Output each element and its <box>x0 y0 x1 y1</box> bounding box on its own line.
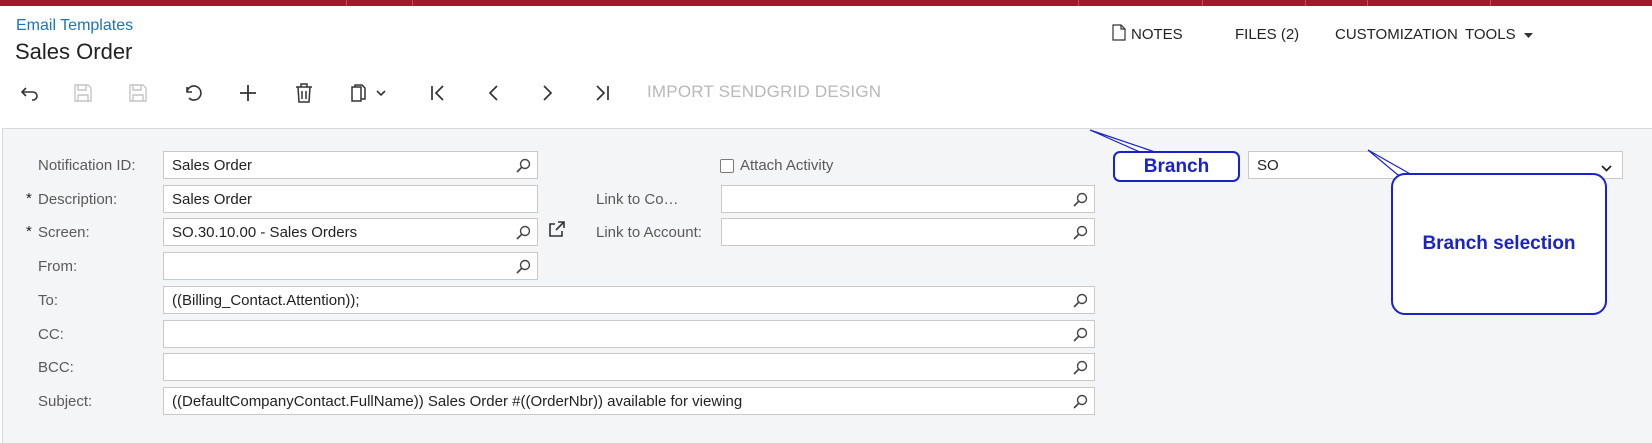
previous-record-button[interactable] <box>476 76 510 110</box>
notes-label: NOTES <box>1131 25 1183 43</box>
previous-record-icon <box>487 84 499 102</box>
link-to-account-label: Link to Account: <box>596 224 702 241</box>
notification-id-field[interactable]: Sales Order <box>163 151 538 179</box>
bcc-label: BCC: <box>38 359 74 376</box>
copy-paste-icon <box>348 83 368 103</box>
subject-value: ((DefaultCompanyContact.FullName)) Sales… <box>172 393 743 410</box>
bcc-field[interactable] <box>163 353 1095 381</box>
to-value: ((Billing_Contact.Attention)); <box>172 292 360 309</box>
branch-callout: Branch <box>1113 151 1240 182</box>
attach-activity-label: Attach Activity <box>740 157 834 174</box>
search-icon[interactable] <box>516 158 531 177</box>
page-title: Sales Order <box>15 39 133 64</box>
delete-icon <box>295 83 313 103</box>
files-button[interactable]: FILES (2) <box>1235 26 1299 43</box>
required-marker: * <box>26 190 32 207</box>
toolbar: IMPORT SENDGRID DESIGN <box>0 76 1652 110</box>
add-icon <box>238 83 258 103</box>
from-field[interactable] <box>163 252 538 280</box>
breadcrumb[interactable]: Email Templates <box>16 17 133 35</box>
last-record-icon <box>593 84 611 102</box>
tools-label: TOOLS <box>1465 25 1516 43</box>
undo-button[interactable] <box>176 76 210 110</box>
save-close-button[interactable] <box>66 76 100 110</box>
back-icon <box>20 85 40 101</box>
to-field[interactable]: ((Billing_Contact.Attention)); <box>163 286 1095 314</box>
branch-selection-callout: Branch selection <box>1391 173 1607 315</box>
description-label: Description: <box>38 191 118 208</box>
screen: Email Templates Sales Order NOTES FILES … <box>0 0 1652 443</box>
screen-label: Screen: <box>38 224 90 241</box>
search-icon[interactable] <box>1073 327 1088 346</box>
search-icon[interactable] <box>1073 394 1088 413</box>
tools-menu[interactable]: TOOLS <box>1465 26 1538 43</box>
link-to-contact-label: Link to Co… <box>596 191 679 208</box>
search-icon[interactable] <box>1073 360 1088 379</box>
files-label: FILES (2) <box>1235 25 1300 43</box>
search-icon[interactable] <box>1073 293 1088 312</box>
notes-button[interactable]: NOTES <box>1112 23 1183 45</box>
last-record-button[interactable] <box>585 76 619 110</box>
chevron-down-icon[interactable] <box>1601 160 1612 177</box>
copy-paste-menu[interactable] <box>341 76 393 110</box>
save-close-icon <box>73 83 93 103</box>
link-to-contact-field[interactable] <box>721 185 1095 213</box>
description-field[interactable]: Sales Order <box>163 185 538 213</box>
subject-label: Subject: <box>38 393 93 410</box>
checkbox-icon[interactable] <box>720 158 734 173</box>
search-icon[interactable] <box>516 259 531 278</box>
document-icon <box>1112 23 1131 45</box>
next-record-button[interactable] <box>531 76 565 110</box>
customization-button[interactable]: CUSTOMIZATION <box>1335 26 1458 43</box>
description-value: Sales Order <box>172 191 253 208</box>
customization-label: CUSTOMIZATION <box>1335 25 1458 43</box>
search-icon[interactable] <box>516 225 531 244</box>
notification-id-value: Sales Order <box>172 157 253 174</box>
required-marker: * <box>26 223 32 240</box>
search-icon[interactable] <box>1073 225 1088 244</box>
next-record-icon <box>542 84 554 102</box>
save-button[interactable] <box>121 76 155 110</box>
notification-id-label: Notification ID: <box>38 157 136 174</box>
back-button[interactable] <box>13 76 47 110</box>
subject-field[interactable]: ((DefaultCompanyContact.FullName)) Sales… <box>163 387 1095 415</box>
to-label: To: <box>38 292 59 309</box>
external-link-icon[interactable] <box>548 221 565 243</box>
from-label: From: <box>38 258 78 275</box>
delete-button[interactable] <box>287 76 321 110</box>
first-record-icon <box>429 84 447 102</box>
attach-activity-checkbox[interactable]: Attach Activity <box>720 157 833 174</box>
first-record-button[interactable] <box>421 76 455 110</box>
save-icon <box>128 83 148 103</box>
screen-field[interactable]: SO.30.10.00 - Sales Orders <box>163 218 538 246</box>
screen-value: SO.30.10.00 - Sales Orders <box>172 224 358 241</box>
top-accent-bar <box>0 0 1652 6</box>
chevron-down-icon <box>376 89 386 97</box>
cc-label: CC: <box>38 326 64 343</box>
add-button[interactable] <box>231 76 265 110</box>
import-sendgrid-design-button[interactable]: IMPORT SENDGRID DESIGN <box>647 82 881 102</box>
branch-value: SO <box>1257 157 1279 174</box>
cc-field[interactable] <box>163 320 1095 348</box>
caret-down-icon <box>1523 26 1538 43</box>
undo-icon <box>183 84 203 102</box>
search-icon[interactable] <box>1073 192 1088 211</box>
link-to-account-field[interactable] <box>721 218 1095 246</box>
